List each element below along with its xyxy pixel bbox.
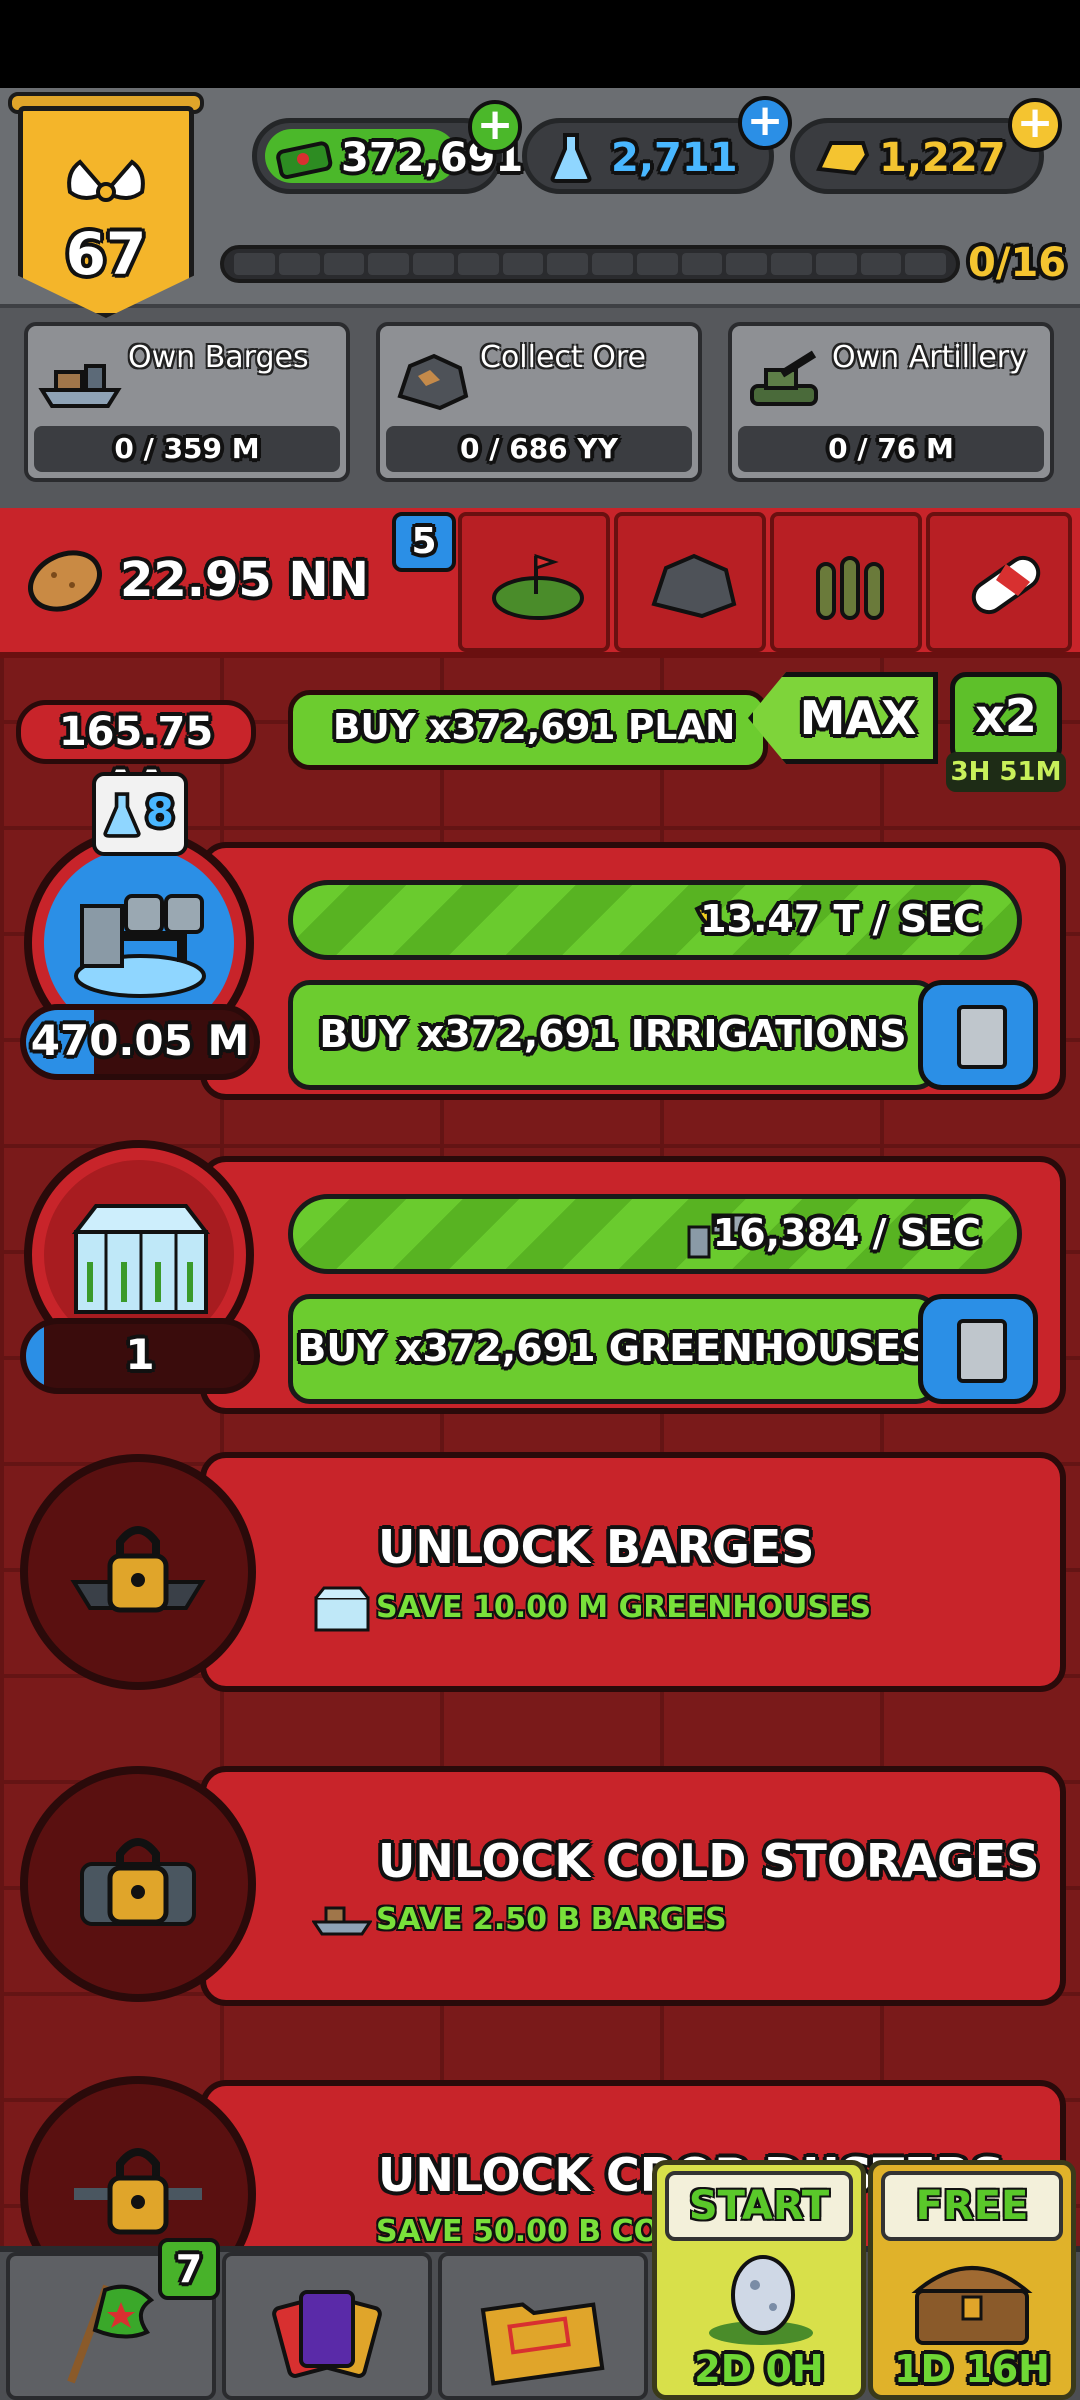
field-icon xyxy=(492,553,584,620)
xp-count: 0/16 xyxy=(968,240,1067,286)
free-timer: 1D 16H xyxy=(894,2347,1050,2391)
plant-count: 165.75 AA xyxy=(16,700,256,809)
irrigation-count: 470.05 M xyxy=(20,1004,260,1080)
cards-icon xyxy=(272,2290,382,2378)
cash-counter[interactable]: 372,691 xyxy=(252,118,523,194)
greenhouse-card-button[interactable] xyxy=(918,1294,1038,1404)
lock-icon xyxy=(70,1526,206,1613)
ore-icon xyxy=(397,353,469,411)
irrigation-rate-bar: 13.47 T / SEC xyxy=(288,880,1022,960)
add-gold-button[interactable]: + xyxy=(1008,98,1062,152)
egg-icon xyxy=(709,2255,813,2345)
flask-icon xyxy=(103,792,141,838)
xp-progress-bar xyxy=(220,245,960,283)
wings-emblem-icon xyxy=(67,159,145,202)
mission-title: Own Artillery xyxy=(832,340,1027,375)
card-icon xyxy=(957,1319,1007,1383)
flask-icon xyxy=(550,133,592,183)
resource-amount: 22.95 NN xyxy=(120,552,369,608)
gold-bar-icon xyxy=(816,141,870,176)
unlock-cold-storages-title: UNLOCK COLD STORAGES xyxy=(378,1834,1040,1888)
buy-greenhouses-button[interactable]: BUY x372,691 GREENHOUSES xyxy=(288,1294,938,1404)
mission-progress: 0 / 359 M xyxy=(34,426,340,472)
mission-title: Own Barges xyxy=(128,340,309,375)
level-banner[interactable]: 67 xyxy=(8,92,204,320)
resource-badge: 5 xyxy=(392,512,456,572)
barge-icon xyxy=(38,364,122,408)
artillery-icon xyxy=(750,350,818,406)
mission-own-artillery[interactable]: Own Artillery 0 / 76 M xyxy=(728,322,1054,482)
flag-icon xyxy=(67,2284,155,2384)
irrigation-rate: 13.47 T / SEC xyxy=(700,897,981,941)
x2-timer: 3H 51M xyxy=(946,752,1066,792)
unlock-barges-requirement: SAVE 10.00 M GREENHOUSES xyxy=(376,1590,872,1625)
add-science-button[interactable]: + xyxy=(738,96,792,150)
science-badge: 8 xyxy=(92,772,188,856)
greenhouse-rate: 16,384 / SEC xyxy=(712,1211,981,1255)
science-badge-count: 8 xyxy=(146,790,174,836)
unlock-crop-dusters-requirement: SAVE 50.00 B COL xyxy=(376,2214,679,2249)
mission-title: Collect Ore xyxy=(480,340,646,375)
science-counter[interactable]: 2,711 xyxy=(522,118,774,194)
greenhouse-count: 1 xyxy=(20,1318,260,1394)
add-cash-button[interactable]: + xyxy=(468,100,522,154)
start-event-tab[interactable]: START 2D 0H xyxy=(652,2160,866,2400)
ore-icon xyxy=(651,553,737,619)
status-bar xyxy=(0,0,1080,88)
potato-icon xyxy=(28,550,102,612)
missions-badge: 7 xyxy=(158,2238,220,2300)
cash-icon xyxy=(276,141,333,179)
folder-icon xyxy=(480,2302,605,2386)
player-level: 67 xyxy=(65,220,147,288)
buy-irrigations-button[interactable]: BUY x372,691 IRRIGATIONS xyxy=(288,980,938,1090)
greenhouse-icon xyxy=(71,1204,211,1314)
lock-icon xyxy=(74,2148,202,2235)
free-chest-tab[interactable]: FREE 1D 16H xyxy=(868,2160,1076,2400)
chest-icon xyxy=(911,2266,1033,2345)
tab-pill[interactable] xyxy=(926,512,1072,652)
greenhouse-rate-bar: 16,384 / SEC xyxy=(288,1194,1022,1274)
locked-barges-building[interactable] xyxy=(20,1454,256,1690)
start-label: START xyxy=(665,2171,853,2241)
tab-ammo[interactable] xyxy=(770,512,922,652)
mission-collect-ore[interactable]: Collect Ore 0 / 686 YY xyxy=(376,322,702,482)
nav-research-tab[interactable] xyxy=(438,2252,648,2400)
ammo-icon xyxy=(816,556,884,620)
irrigation-card-button[interactable] xyxy=(918,980,1038,1090)
buy-plants-button[interactable]: BUY x372,691 PLAN xyxy=(288,690,768,770)
tab-ore[interactable] xyxy=(614,512,766,652)
greenhouse-count-value: 1 xyxy=(125,1330,155,1379)
max-button[interactable]: MAX xyxy=(748,672,938,764)
x2-boost-button[interactable]: x2 xyxy=(950,672,1062,764)
gold-value: 1,227 xyxy=(879,135,1006,181)
barge-small-icon xyxy=(312,1906,372,1936)
free-label: FREE xyxy=(881,2171,1063,2241)
pill-icon xyxy=(971,555,1041,615)
science-value: 2,711 xyxy=(611,135,738,181)
unlock-cold-storages-requirement: SAVE 2.50 B BARGES xyxy=(376,1902,727,1937)
locked-cold-storages-building[interactable] xyxy=(20,1766,256,2002)
mission-progress: 0 / 686 YY xyxy=(386,426,692,472)
mission-progress: 0 / 76 M xyxy=(738,426,1044,472)
start-timer: 2D 0H xyxy=(694,2347,824,2391)
unlock-barges-title: UNLOCK BARGES xyxy=(378,1520,815,1574)
gold-counter[interactable]: 1,227 xyxy=(790,118,1044,194)
irrigation-count-value: 470.05 M xyxy=(30,1016,250,1065)
mission-own-barges[interactable]: Own Barges 0 / 359 M xyxy=(24,322,350,482)
irrigation-icon xyxy=(74,894,206,998)
lock-icon xyxy=(80,1838,196,1926)
greenhouse-small-icon xyxy=(314,1586,370,1632)
card-icon xyxy=(957,1005,1007,1069)
tab-field[interactable] xyxy=(458,512,610,652)
nav-cards-tab[interactable] xyxy=(222,2252,432,2400)
